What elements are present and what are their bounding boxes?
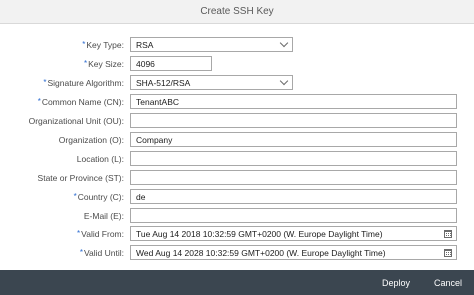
organization-row: Organization (O): Company	[0, 132, 474, 147]
country-input[interactable]: de	[130, 189, 457, 204]
signature-algorithm-value: SHA-512/RSA	[136, 77, 191, 88]
organization-label: Organization (O):	[58, 134, 124, 145]
required-marker: *	[73, 192, 77, 201]
chevron-down-icon[interactable]	[276, 76, 292, 89]
deploy-button[interactable]: Deploy	[382, 278, 410, 288]
org-unit-label: Organizational Unit (OU):	[28, 115, 124, 126]
signature-algorithm-row: * Signature Algorithm: SHA-512/RSA	[0, 75, 474, 90]
valid-until-datepicker[interactable]: Wed Aug 14 2028 10:32:59 GMT+0200 (W. Eu…	[130, 245, 457, 260]
dialog-footer: Deploy Cancel	[0, 270, 474, 295]
key-size-input[interactable]: 4096	[130, 56, 212, 71]
key-size-value: 4096	[136, 58, 155, 69]
common-name-row: * Common Name (CN): TenantABC	[0, 94, 474, 109]
chevron-down-icon[interactable]	[276, 38, 292, 51]
organization-value: Company	[136, 134, 173, 145]
valid-from-datepicker[interactable]: Tue Aug 14 2018 10:32:59 GMT+0200 (W. Eu…	[130, 226, 457, 241]
location-label: Location (L):	[76, 153, 124, 164]
state-row: State or Province (ST):	[0, 170, 474, 185]
valid-until-label: * Valid Until:	[79, 247, 124, 258]
country-label: * Country (C):	[73, 191, 124, 202]
email-label: E-Mail (E):	[83, 210, 124, 221]
calendar-icon[interactable]	[440, 246, 456, 259]
key-size-row: * Key Size: 4096	[0, 56, 474, 71]
valid-until-value: Wed Aug 14 2028 10:32:59 GMT+0200 (W. Eu…	[136, 247, 386, 258]
signature-algorithm-select[interactable]: SHA-512/RSA	[130, 75, 293, 90]
email-field[interactable]	[130, 208, 457, 223]
dialog-header: Create SSH Key	[0, 0, 474, 24]
common-name-value: TenantABC	[136, 96, 179, 107]
valid-from-label: * Valid From:	[77, 228, 124, 239]
location-input[interactable]	[130, 151, 457, 166]
key-type-label: * Key Type:	[82, 39, 124, 50]
common-name-input[interactable]: TenantABC	[130, 94, 457, 109]
state-input[interactable]	[130, 170, 457, 185]
required-marker: *	[37, 97, 41, 106]
state-label: State or Province (ST):	[37, 172, 124, 183]
common-name-label: * Common Name (CN):	[37, 96, 124, 107]
organization-input[interactable]: Company	[130, 132, 457, 147]
valid-until-row: * Valid Until: Wed Aug 14 2028 10:32:59 …	[0, 245, 474, 260]
country-row: * Country (C): de	[0, 189, 474, 204]
key-type-select[interactable]: RSA	[130, 37, 293, 52]
country-value: de	[136, 191, 146, 202]
email-row: E-Mail (E):	[0, 208, 474, 223]
key-type-row: * Key Type: RSA	[0, 37, 474, 52]
org-unit-row: Organizational Unit (OU):	[0, 113, 474, 128]
required-marker: *	[82, 40, 86, 49]
create-ssh-key-dialog: Create SSH Key * Key Type: RSA * Key Siz…	[0, 0, 474, 295]
cancel-button[interactable]: Cancel	[434, 278, 462, 288]
required-marker: *	[79, 248, 83, 257]
required-marker: *	[43, 78, 47, 87]
key-type-value: RSA	[136, 39, 154, 50]
signature-algorithm-label: * Signature Algorithm:	[43, 77, 124, 88]
location-row: Location (L):	[0, 151, 474, 166]
valid-from-row: * Valid From: Tue Aug 14 2018 10:32:59 G…	[0, 226, 474, 241]
calendar-icon[interactable]	[440, 227, 456, 240]
valid-from-value: Tue Aug 14 2018 10:32:59 GMT+0200 (W. Eu…	[136, 228, 383, 239]
dialog-title: Create SSH Key	[200, 6, 274, 17]
required-marker: *	[83, 59, 88, 68]
required-marker: *	[77, 229, 81, 238]
org-unit-input[interactable]	[130, 113, 457, 128]
key-size-label: * Key Size:	[83, 58, 124, 69]
